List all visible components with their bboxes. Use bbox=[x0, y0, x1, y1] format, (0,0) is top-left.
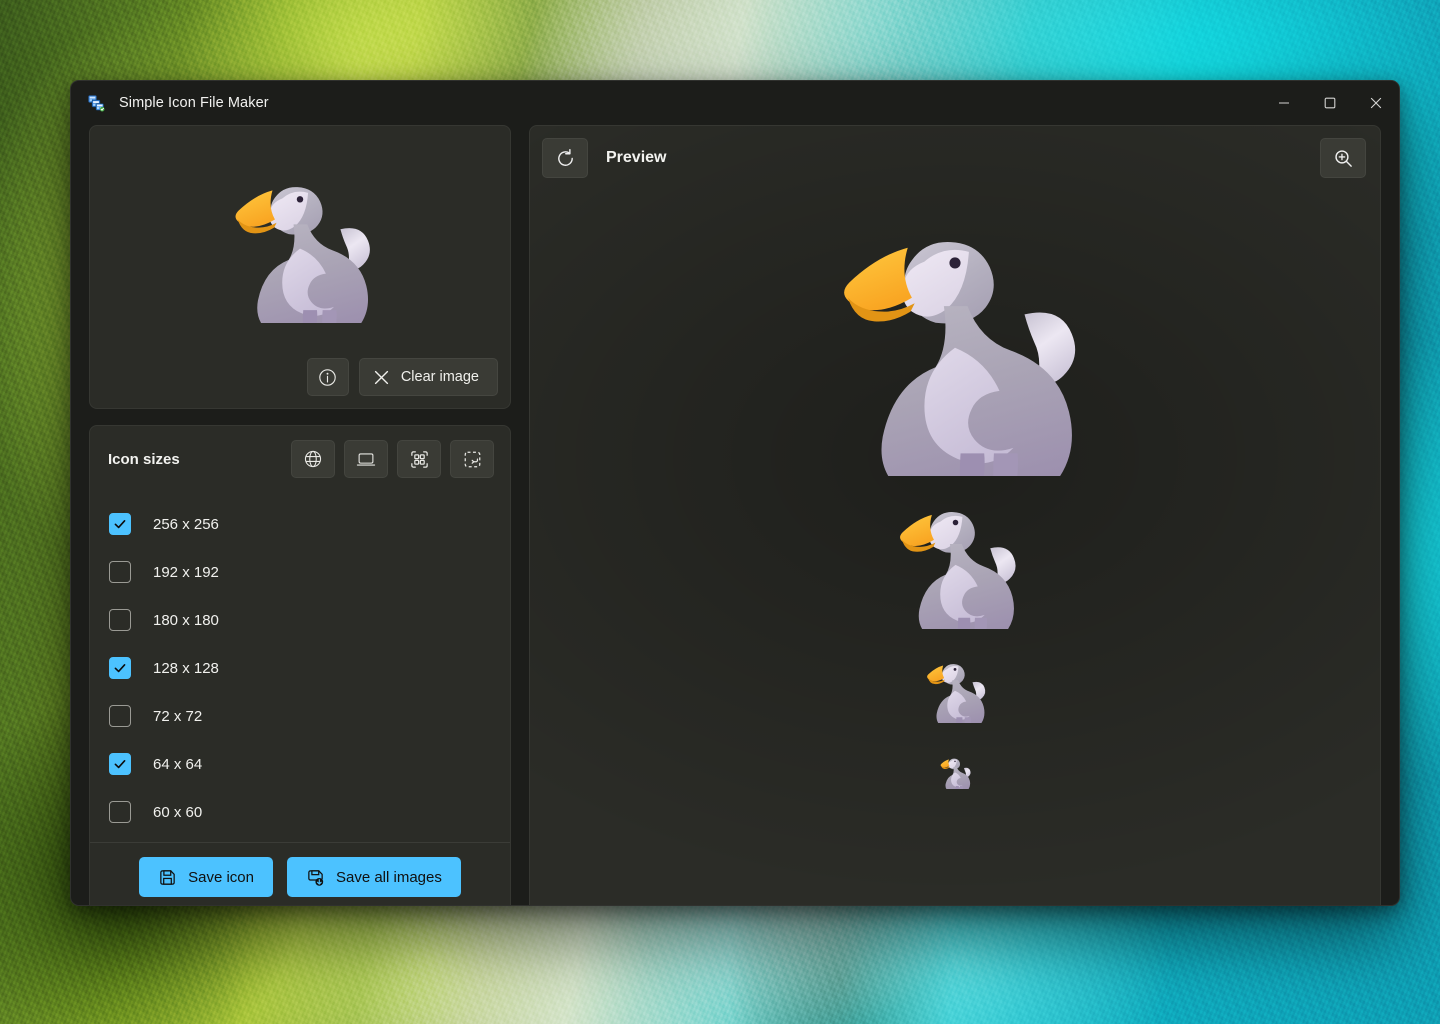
refresh-icon bbox=[557, 148, 573, 166]
size-label: 64 x 64 bbox=[153, 755, 203, 773]
size-label: 128 x 128 bbox=[153, 659, 219, 677]
source-dodo-image bbox=[235, 187, 370, 323]
left-column: Clear image Icon sizes 256 x 256 192 x 1… bbox=[89, 125, 511, 905]
preview-header: Preview bbox=[530, 126, 1380, 184]
source-image-card[interactable]: Clear image bbox=[89, 125, 511, 409]
icon-sizes-title: Icon sizes bbox=[108, 450, 180, 468]
size-label: 180 x 180 bbox=[153, 611, 219, 629]
clear-image-label: Clear image bbox=[400, 369, 479, 385]
size-row[interactable]: 128 x 128 bbox=[90, 644, 510, 692]
size-row[interactable]: 72 x 72 bbox=[90, 692, 510, 740]
icon-sizes-footer: Save icon Save all images bbox=[90, 842, 510, 905]
preview-body bbox=[530, 184, 1380, 905]
window-body: Clear image Icon sizes 256 x 256 192 x 1… bbox=[71, 125, 1399, 905]
icon-sizes-tools bbox=[291, 440, 494, 478]
app-window: Simple Icon File Maker Clear image Icon … bbox=[70, 80, 1400, 906]
image-info-button[interactable] bbox=[306, 358, 349, 396]
preview-item bbox=[816, 202, 1094, 488]
close-x-icon bbox=[374, 370, 388, 384]
save-icon-button[interactable]: Save icon bbox=[139, 857, 273, 897]
preview-dodo-32 bbox=[940, 758, 971, 789]
size-checkbox[interactable] bbox=[109, 561, 131, 583]
dashed-selection-arrow-icon bbox=[464, 451, 480, 467]
zoom-preview-button[interactable] bbox=[1320, 138, 1366, 178]
preview-title: Preview bbox=[606, 149, 667, 166]
size-row[interactable]: 192 x 192 bbox=[90, 548, 510, 596]
icon-sizes-header: Icon sizes bbox=[90, 426, 510, 488]
source-image-area[interactable] bbox=[100, 136, 500, 358]
icon-sizes-card: Icon sizes 256 x 256 192 x 192 180 x 180… bbox=[89, 425, 511, 905]
web-sizes-button[interactable] bbox=[291, 440, 335, 478]
preview-dodo-256 bbox=[844, 242, 1076, 476]
size-label: 60 x 60 bbox=[153, 803, 203, 821]
size-row[interactable]: 60 x 60 bbox=[90, 788, 510, 836]
grid-scan-icon bbox=[410, 450, 428, 468]
save-all-icon bbox=[308, 869, 324, 886]
window-controls bbox=[1261, 81, 1399, 125]
size-checkbox[interactable] bbox=[109, 513, 131, 535]
source-actions: Clear image bbox=[100, 358, 500, 398]
desktop-wallpaper: Simple Icon File Maker Clear image Icon … bbox=[0, 0, 1440, 1024]
size-row[interactable]: 180 x 180 bbox=[90, 596, 510, 644]
info-icon bbox=[319, 368, 337, 386]
title-bar[interactable]: Simple Icon File Maker bbox=[71, 81, 1399, 125]
icon-sizes-list: 256 x 256 192 x 192 180 x 180 128 x 128 … bbox=[90, 488, 510, 842]
size-checkbox[interactable] bbox=[109, 657, 131, 679]
size-checkbox[interactable] bbox=[109, 705, 131, 727]
laptop-icon bbox=[356, 453, 376, 466]
window-title: Simple Icon File Maker bbox=[119, 95, 269, 111]
app-icon bbox=[88, 95, 105, 112]
save-all-images-button[interactable]: Save all images bbox=[286, 857, 461, 897]
close-button[interactable] bbox=[1353, 81, 1399, 125]
size-row[interactable]: 64 x 64 bbox=[90, 740, 510, 788]
size-checkbox[interactable] bbox=[109, 609, 131, 631]
desktop-sizes-button[interactable] bbox=[344, 440, 388, 478]
custom-size-button[interactable] bbox=[450, 440, 494, 478]
save-icon-label: Save icon bbox=[188, 868, 254, 886]
size-label: 72 x 72 bbox=[153, 707, 203, 725]
save-all-label: Save all images bbox=[335, 868, 442, 886]
size-checkbox[interactable] bbox=[109, 801, 131, 823]
preview-dodo-128 bbox=[899, 511, 1016, 629]
minimize-button[interactable] bbox=[1261, 81, 1307, 125]
preview-dodo-64 bbox=[927, 664, 986, 723]
preview-item bbox=[920, 638, 990, 742]
size-label: 192 x 192 bbox=[153, 563, 219, 581]
zoom-in-icon bbox=[1334, 149, 1352, 167]
save-icon bbox=[160, 869, 175, 885]
preview-item bbox=[937, 742, 973, 802]
size-row[interactable]: 256 x 256 bbox=[90, 500, 510, 548]
maximize-button[interactable] bbox=[1307, 81, 1353, 125]
globe-icon bbox=[304, 450, 322, 468]
preview-item bbox=[886, 488, 1025, 638]
size-label: 256 x 256 bbox=[153, 515, 219, 533]
select-all-sizes-button[interactable] bbox=[397, 440, 441, 478]
refresh-preview-button[interactable] bbox=[542, 138, 588, 178]
clear-image-button[interactable]: Clear image bbox=[358, 358, 498, 396]
preview-panel: Preview bbox=[529, 125, 1381, 905]
size-checkbox[interactable] bbox=[109, 753, 131, 775]
